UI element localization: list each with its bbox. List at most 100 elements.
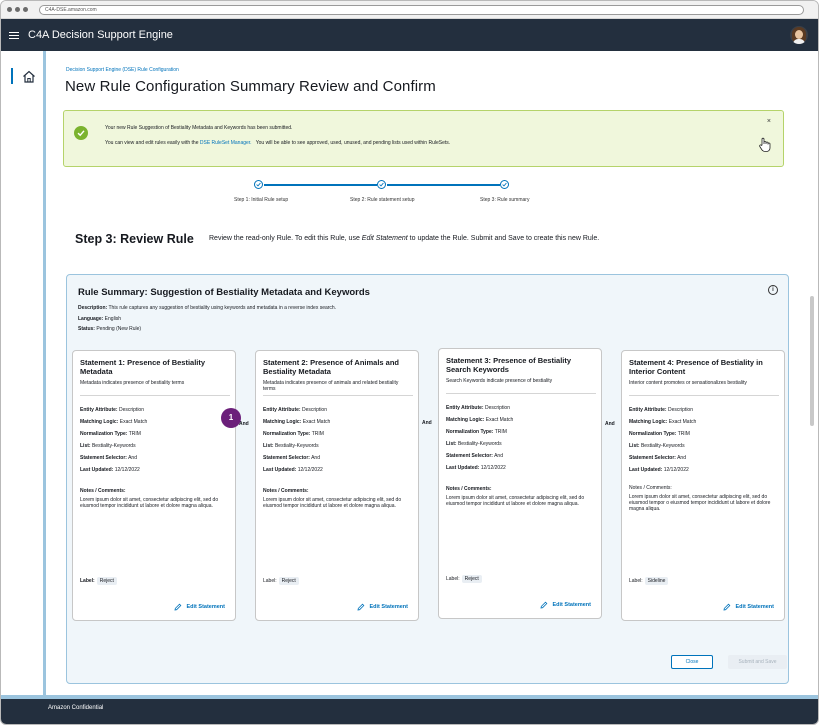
label-chip: Sideline [644,577,669,585]
entity-attribute: Entity Attribute: Description [629,407,693,413]
statement-card: Statement 2: Presence of Animals and Bes… [255,350,419,621]
home-icon[interactable] [22,70,36,83]
alert-detail-pre: You can view and edit rules easily with … [105,140,199,146]
last-updated: Last Updated: 12/12/2022 [446,465,506,471]
menu-icon[interactable] [9,31,19,39]
statement-desc: Metadata indicates presence of animals a… [263,380,399,392]
statement-title: Statement 2: Presence of Animals and Bes… [263,358,400,376]
step-desc-pre: Review the read-only Rule. To edit this … [209,235,360,242]
rule-summary-panel: Rule Summary: Suggestion of Bestiality M… [66,274,789,684]
last-updated: Last Updated: 12/12/2022 [629,467,689,473]
and-connector: And [422,420,432,426]
address-bar[interactable]: C4A-DSE.amazon.com [39,4,804,15]
entity-attribute: Entity Attribute: Description [446,405,510,411]
browser-chrome: C4A-DSE.amazon.com [1,1,818,19]
hand-cursor-icon [759,137,771,152]
label-row: Label: Reject [80,577,117,585]
ruleset-manager-link[interactable]: DSE RuleSet Manager. [200,140,252,146]
step-heading: Step 3: Review Rule [75,232,194,246]
last-updated: Last Updated: 12/12/2022 [80,467,140,473]
notes-text: Lorem ipsum dolor sit amet, consectetur … [263,497,402,509]
divider [629,395,779,396]
language-value: English [104,316,122,322]
statement-title: Statement 4: Presence of Bestiality in I… [629,358,763,376]
matching-logic: Matching Logic: Exact Match [446,417,514,423]
rule-summary-title: Rule Summary: Suggestion of Bestiality M… [78,287,370,298]
status-value: Pending (New Rule) [96,326,142,332]
active-indicator [11,68,13,84]
normalization-type: Normalization Type: TRIM [80,431,141,437]
edit-statement-button[interactable]: Edit Statement [174,603,225,611]
entity-attribute: Entity Attribute: Description [263,407,327,413]
pencil-icon [540,601,548,609]
step-description: Review the read-only Rule. To edit this … [209,235,599,242]
notes-heading: Notes / Comments: [629,485,672,491]
check-circle-icon [74,126,88,140]
minimize-window-dot[interactable] [15,7,20,12]
statement-selector: Statement Selector: And [80,455,137,461]
list: List: Bestiality-Keywords [80,443,136,449]
description-value: This rule captures any suggestion of bes… [108,305,337,311]
alert-detail-post: You will be able to see approved, used, … [255,140,451,146]
close-window-dot[interactable] [7,7,12,12]
matching-logic: Matching Logic: Exact Match [80,419,148,425]
alert-message: Your new Rule Suggestion of Bestiality M… [105,125,293,131]
step-desc-post: to update the Rule. Submit and Save to c… [409,235,600,242]
step-2-check-icon[interactable] [377,180,386,189]
normalization-type: Normalization Type: TRIM [629,431,690,437]
pencil-icon [357,603,365,611]
close-button[interactable]: Close [671,655,713,669]
step-1-check-icon[interactable] [254,180,263,189]
divider [80,395,230,396]
page-scrollbar[interactable] [810,296,814,426]
submit-and-save-button[interactable]: Submit and Save [728,655,787,669]
pencil-icon [174,603,182,611]
step-1-label: Step 1: Initial Rule setup [234,197,289,203]
step-3-label: Step 3: Rule summary [480,197,530,203]
page-title: New Rule Configuration Summary Review an… [65,78,436,95]
and-connector: And [239,421,249,427]
maximize-window-dot[interactable] [23,7,28,12]
label-chip: Reject [278,577,299,585]
rule-language: Language: English [78,316,121,322]
edit-statement-button[interactable]: Edit Statement [357,603,408,611]
and-connector: And [605,421,615,427]
list: List: Bestiality-Keywords [629,443,685,449]
label-chip: Reject [461,575,482,583]
list: List: Bestiality-Keywords [446,441,502,447]
step-connector [387,184,500,186]
divider [263,395,413,396]
app-header: C4A Decision Support Engine [1,19,818,51]
edit-statement-button[interactable]: Edit Statement [723,603,774,611]
statement-card: Statement 1: Presence of Bestiality Meta… [72,350,236,621]
info-icon[interactable]: i [768,285,778,295]
pencil-icon [723,603,731,611]
annotation-badge: 1 [221,408,241,428]
statement-desc: Search Keywords indicate presence of bes… [446,378,553,384]
footer: Amazon Confidential [1,699,818,724]
step-3-check-icon[interactable] [500,180,509,189]
step-connector [264,184,377,186]
avatar[interactable] [790,26,808,44]
normalization-type: Normalization Type: TRIM [446,429,507,435]
statement-desc: Interior content promotes or sensational… [629,380,747,386]
edit-statement-button[interactable]: Edit Statement [540,601,591,609]
divider [446,393,596,394]
label-row: Label: Reject [263,577,299,585]
statement-card: Statement 4: Presence of Bestiality in I… [621,350,785,621]
statement-desc: Metadata indicates presence of bestialit… [80,380,185,386]
window-controls [7,7,28,12]
notes-text: Lorem ipsum dolor sit amet, consectetur … [80,497,219,509]
status-label: Status: [78,326,95,332]
progress-stepper: Step 1: Initial Rule setup Step 2: Rule … [234,180,584,210]
close-icon[interactable]: × [767,118,771,125]
step-desc-em: Edit Statement [361,235,408,242]
app-title: C4A Decision Support Engine [28,29,173,41]
statement-selector: Statement Selector: And [629,455,686,461]
breadcrumb[interactable]: Decision Support Engine (DSE) Rule Confi… [66,67,179,73]
notes-heading: Notes / Comments: [80,488,126,494]
statement-card: Statement 3: Presence of Bestiality Sear… [438,348,602,619]
matching-logic: Matching Logic: Exact Match [263,419,331,425]
language-label: Language: [78,316,104,322]
notes-heading: Notes / Comments: [263,488,309,494]
